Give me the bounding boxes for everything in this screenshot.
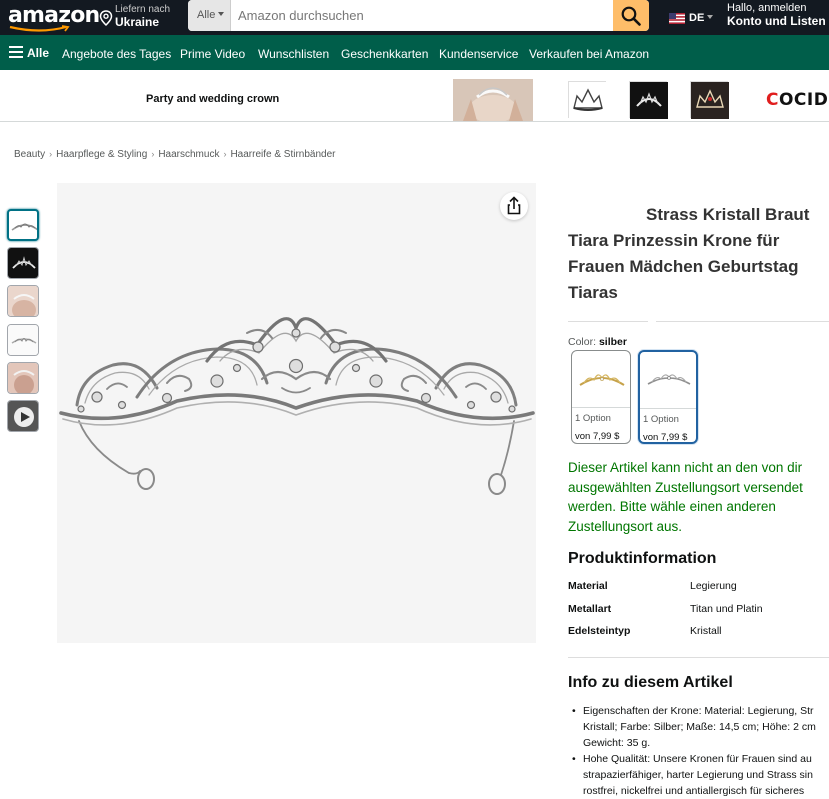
top-navigation-bar: amazon Liefern nach Ukraine Alle Amazon … [0,0,829,35]
product-title-line1: Strass Kristall Braut [646,205,810,224]
feature-bullets: Eigenschaften der Krone: Material: Legie… [570,703,829,799]
breadcrumb-link-headbands[interactable]: Haarreife & Stirnbänder [230,149,335,160]
account-and-lists[interactable]: Hallo, anmelden Konto und Listen [727,2,829,28]
breadcrumb-separator-icon: › [223,149,227,159]
spec-key-metal-type: Metallart [568,603,612,615]
video-thumbnail[interactable] [7,400,39,432]
color-swatch-silver[interactable]: 1 Option von 7,99 $ [638,350,698,444]
product-title-rest: Tiara Prinzessin Krone für Frauen Mädche… [568,231,799,302]
breadcrumb-link-hair-accessories[interactable]: Haarschmuck [158,149,219,160]
account-lists-label: Konto und Listen [727,14,826,28]
color-value: silber [598,336,627,348]
search-icon [621,6,641,26]
image-thumbnail-4[interactable] [7,324,39,356]
search-category-dropdown[interactable]: Alle [188,0,231,31]
hamburger-menu-icon [9,46,23,58]
account-greeting: Hallo, anmelden [727,2,807,14]
nav-link-customer-service[interactable]: Kundenservice [439,47,518,61]
sponsored-ad-banner[interactable]: Party and wedding crown COCID [0,78,829,122]
feature-bullet: Hohe Qualität: Unsere Kronen für Frauen … [570,751,829,799]
all-menu-button[interactable]: Alle [9,46,49,60]
image-thumbnail-5[interactable] [7,362,39,394]
tiara-image [59,317,535,495]
color-swatch-gold[interactable]: 1 Option von 7,99 $ [571,350,631,444]
ad-tagline[interactable]: Party and wedding crown [146,93,279,105]
breadcrumb-separator-icon: › [151,149,155,159]
ad-product-thumb-3[interactable] [690,81,729,119]
us-flag-icon [669,13,685,24]
search-input[interactable] [232,0,612,31]
deliver-country: Ukraine [115,15,160,29]
image-thumbnail-2[interactable] [7,247,39,279]
spec-key-gemstone-type: Edelsteintyp [568,625,631,637]
ad-brand-letter: C [766,90,779,110]
image-thumbnail-1[interactable] [7,209,39,241]
deliver-label: Liefern nach [115,4,171,15]
spec-key-material: Material [568,580,608,592]
all-menu-label: Alle [27,46,50,60]
divider [656,321,829,322]
ad-model-image[interactable] [453,79,533,121]
image-thumbnail-3[interactable] [7,285,39,317]
nav-link-wishlists[interactable]: Wunschlisten [258,47,329,61]
search-button[interactable] [613,0,649,31]
ad-brand-logo[interactable]: COCID [766,90,828,110]
spec-value-gemstone-type: Kristall [690,625,722,637]
ad-product-thumb-2[interactable] [629,81,668,119]
ad-brand-name: OCID [778,90,829,110]
breadcrumb-separator-icon: › [49,149,53,159]
share-button[interactable] [500,192,528,220]
search-category-label: Alle [197,9,216,21]
amazon-smile-icon [9,25,70,32]
product-info-heading: Produktinformation [568,550,717,567]
spec-value-metal-type: Titan und Platin [690,603,763,615]
swatch-option-count: 1 Option [575,413,611,424]
ad-model-graphic [453,79,533,121]
divider [568,657,829,658]
search-bar: Alle [188,0,649,31]
caret-down-icon [707,15,714,19]
secondary-navigation-bar: Alle Angebote des Tages Prime Video Wuns… [0,35,829,70]
availability-message: Dieser Artikel kann nicht an den von dir… [568,460,803,534]
nav-link-sell-on-amazon[interactable]: Verkaufen bei Amazon [529,47,649,61]
divider [568,321,648,322]
swatch-option-count: 1 Option [643,414,679,425]
breadcrumb-link-hair-care[interactable]: Haarpflege & Styling [56,149,147,160]
color-label: Color: silber [568,336,627,348]
main-product-image[interactable] [57,183,536,643]
play-icon [8,401,38,431]
nav-link-gift-cards[interactable]: Geschenkkarten [341,47,428,61]
product-title: Strass Kristall Braut Tiara Prinzessin K… [568,202,829,306]
nav-link-todays-deals[interactable]: Angebote des Tages [62,47,171,61]
breadcrumb-link-beauty[interactable]: Beauty [14,149,45,160]
breadcrumb: Beauty › Haarpflege & Styling › Haarschmuck ›… [14,149,336,160]
caret-down-icon [218,12,225,16]
silver-tiara-swatch-image [647,374,691,385]
ad-product-thumb-1[interactable] [568,81,607,119]
nav-link-prime-video[interactable]: Prime Video [180,47,245,61]
swatch-price: von 7,99 $ [575,431,620,442]
feature-bullet: Eigenschaften der Krone: Material: Legie… [570,703,829,751]
share-icon [507,196,521,215]
swatch-price: von 7,99 $ [643,432,688,443]
spec-value-material: Legierung [690,580,737,592]
about-item-heading: Info zu diesem Artikel [568,674,733,691]
language-label: DE [689,12,705,24]
color-label-prefix: Color: [568,336,597,348]
location-pin-icon [99,10,113,26]
gold-tiara-swatch-image [579,374,625,386]
